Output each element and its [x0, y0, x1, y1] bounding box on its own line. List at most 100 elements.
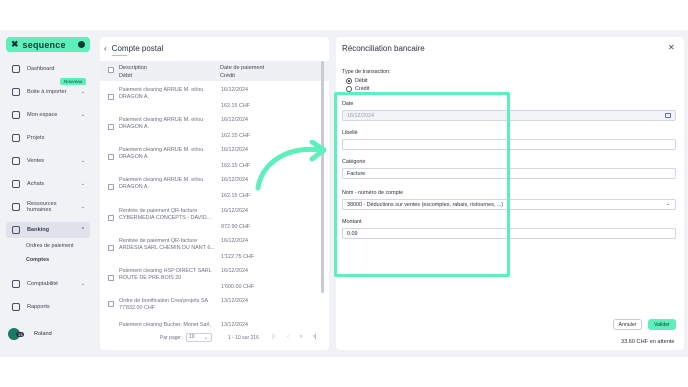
close-icon[interactable]: ✕	[668, 43, 675, 52]
chevron-down-icon: ⌄	[203, 335, 208, 341]
table-row[interactable]: Paiement clearing HSP DIRECT SARL ROUTE …	[100, 268, 329, 296]
row-checkbox[interactable]	[108, 215, 114, 221]
radio-credit[interactable]: Crédit	[346, 86, 369, 92]
select-all-checkbox[interactable]	[108, 67, 114, 73]
montant-value: 0.09	[347, 231, 358, 237]
column-header: Date de paiement	[220, 65, 265, 71]
date-field[interactable]: 16/12/2024	[342, 110, 676, 121]
sidebar-subitem-ordres[interactable]: Ordres de paiement	[26, 243, 74, 249]
row-amount: 162.15 CHF	[221, 193, 251, 199]
calendar-icon[interactable]	[665, 113, 671, 118]
chevron-down-icon: ⌄	[80, 158, 85, 164]
home-icon	[12, 65, 20, 73]
chart-icon	[12, 303, 20, 311]
sidebar-item-banking[interactable]: Banking ⌃	[6, 222, 90, 238]
row-checkbox[interactable]	[108, 275, 114, 281]
chevron-down-icon: ⌄	[80, 204, 85, 210]
bag-icon	[12, 157, 20, 165]
categorie-field[interactable]: Facture	[342, 168, 676, 179]
row-description: Paiement clearing ARRUE M. et/ou DRAGON …	[119, 87, 204, 100]
sidebar-item-rapports[interactable]: Rapports	[6, 299, 90, 315]
row-checkbox[interactable]	[108, 124, 114, 130]
row-amount: 1'600.00 CHF	[221, 284, 255, 290]
first-page-icon[interactable]: |‹	[272, 334, 276, 340]
compte-select[interactable]: 38000 - Déductions sur ventes (escomptes…	[342, 199, 676, 210]
table-header: Description Débit Date de paiement Crédit	[100, 61, 329, 81]
cart-icon	[12, 180, 20, 188]
table-row[interactable]: Rentrée de paiement QR-facture CYBERMEDI…	[100, 208, 329, 236]
montant-label: Montant	[342, 219, 362, 225]
libelle-field[interactable]	[342, 139, 676, 150]
compte-label: Nom - numéro de compte	[342, 190, 404, 196]
radio-debit[interactable]: Débit	[346, 78, 368, 84]
table-row[interactable]: Rentrée de paiement QR-facture ARDESIA S…	[100, 238, 329, 266]
sidebar-item-label: Mon espace	[27, 112, 58, 118]
sidebar-subitem-comptes[interactable]: Comptes	[26, 257, 49, 263]
chevron-down-icon: ⌄	[80, 89, 85, 95]
row-description: Paiement clearing ARRUE M. et/ou DRAGON …	[119, 117, 204, 130]
row-checkbox[interactable]	[108, 301, 114, 307]
row-checkbox[interactable]	[108, 154, 114, 160]
sidebar-item-rh[interactable]: Ressources humaines ⌄	[6, 199, 90, 215]
chevron-down-icon: ⌄	[665, 201, 670, 207]
cancel-button[interactable]: Annuler	[613, 319, 642, 330]
logo-text: sequence	[22, 39, 66, 50]
row-date: 16/12/2024	[221, 177, 248, 183]
column-header: Description	[119, 65, 147, 71]
radio-unchecked-icon	[346, 86, 352, 92]
notification-count: 13	[16, 332, 25, 337]
table-row[interactable]: Paiement clearing Bucher, Monet Sarl, 13…	[100, 322, 329, 332]
row-date: 13/12/2024	[221, 322, 248, 328]
row-date: 13/12/2024	[221, 298, 248, 304]
montant-field[interactable]: 0.09	[342, 228, 676, 239]
table-row[interactable]: Ordre de bonification Crea'projets SA 77…	[100, 298, 329, 318]
sidebar-item-ventes[interactable]: Ventes ⌄	[6, 153, 90, 169]
header-date: Date de paiement Crédit	[220, 64, 264, 80]
per-page-label: Par page:	[160, 335, 182, 341]
calculator-icon	[12, 280, 20, 288]
validate-button[interactable]: Valider	[648, 319, 676, 330]
categorie-value: Facture	[347, 171, 366, 177]
row-amount: 162.15 CHF	[221, 103, 251, 109]
row-description: Paiement clearing Bucher, Monet Sarl,	[119, 322, 211, 328]
inbox-icon	[12, 88, 20, 96]
transactions-panel: ‹ Compte postal Description Débit Date de …	[100, 37, 329, 350]
people-icon	[12, 203, 20, 211]
user-menu[interactable]: 13 Roland	[8, 328, 52, 340]
row-date: 16/12/2024	[221, 208, 248, 214]
sidebar-item-import[interactable]: Boite à importer ⌄	[6, 84, 90, 100]
chevron-down-icon: ⌄	[80, 112, 85, 118]
row-checkbox[interactable]	[108, 245, 114, 251]
categorie-label: Catégorie	[342, 159, 366, 165]
sidebar-item-achats[interactable]: Achats ⌄	[6, 176, 90, 192]
next-page-icon[interactable]: ›	[300, 334, 302, 340]
person-icon	[12, 111, 20, 119]
radio-label: Crédit	[355, 86, 370, 92]
per-page-value: 10	[189, 334, 195, 340]
compte-value: 38000 - Déductions sur ventes (escomptes…	[347, 202, 504, 208]
panel-title-text: Compte postal	[111, 44, 164, 53]
radio-label: Débit	[355, 78, 368, 84]
per-page-select[interactable]: 10 ⌄	[186, 333, 212, 342]
column-header: Crédit	[220, 73, 235, 79]
prev-page-icon[interactable]: ‹	[287, 334, 289, 340]
chevron-down-icon: ⌄	[80, 181, 85, 187]
table-row[interactable]: Paiement clearing ARRUE M. et/ou DRAGON …	[100, 87, 329, 115]
sidebar-item-mon-espace[interactable]: Mon espace ⌄	[6, 107, 90, 123]
sidebar-item-comptabilite[interactable]: Comptabilité ⌄	[6, 276, 90, 292]
app-frame: ✖ sequence Dashboard Boite à importer ⌄ …	[0, 30, 688, 357]
avatar: 13	[8, 328, 25, 340]
row-amount: 162.15 CHF	[221, 163, 251, 169]
sidebar-item-dashboard[interactable]: Dashboard	[6, 61, 90, 77]
row-checkbox[interactable]	[108, 184, 114, 190]
row-description: Rentrée de paiement QR-facture CYBERMEDI…	[119, 208, 212, 221]
sidebar-item-label: Ventes	[27, 158, 45, 164]
logo[interactable]: ✖ sequence	[6, 37, 90, 52]
row-description: Paiement clearing HSP DIRECT SARL ROUTE …	[119, 268, 212, 281]
back-icon[interactable]: ‹	[104, 44, 107, 53]
last-page-icon[interactable]: ›|	[313, 334, 317, 340]
row-checkbox[interactable]	[108, 94, 114, 100]
row-date: 16/12/2024	[221, 147, 248, 153]
sidebar-item-projets[interactable]: Projets	[6, 130, 90, 146]
row-date: 16/12/2024	[221, 238, 248, 244]
